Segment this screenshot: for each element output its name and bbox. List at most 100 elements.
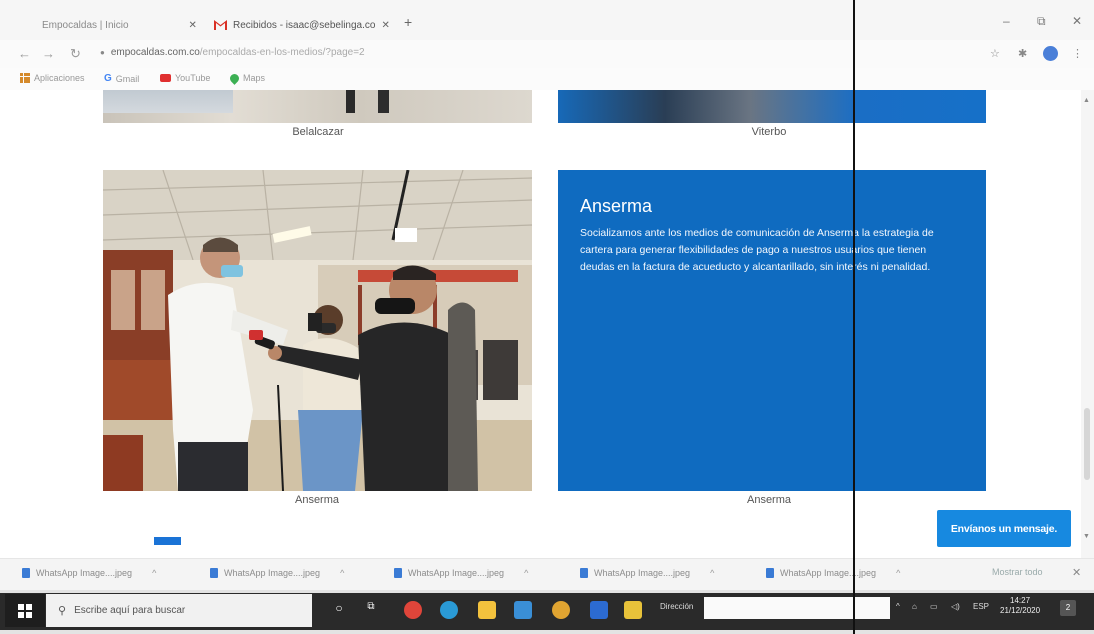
battery-icon[interactable]: ▭ xyxy=(930,602,938,611)
volume-icon[interactable]: ◁) xyxy=(951,602,960,611)
bookmark-label: Gmail xyxy=(115,73,140,84)
caption-anserma-photo: Anserma xyxy=(294,494,340,506)
scan-artifact-line xyxy=(853,0,855,634)
card-title: Anserma xyxy=(580,196,653,216)
star-icon[interactable]: ☆ xyxy=(990,47,1000,60)
search-icon: ⚲ xyxy=(58,605,67,617)
task-view-icon[interactable]: ⧉ xyxy=(362,601,380,619)
anserma-interview-photo xyxy=(103,170,532,491)
close-downloads-icon[interactable]: ✕ xyxy=(1072,566,1081,579)
bookmark-apps[interactable]: Aplicaciones xyxy=(20,73,85,83)
start-button[interactable] xyxy=(5,594,45,627)
bookmark-maps[interactable]: Maps xyxy=(228,71,266,85)
chevron-up-icon[interactable]: ^ xyxy=(524,568,528,578)
bookmark-label: Aplicaciones xyxy=(34,73,85,83)
url-path: /empocaldas-en-los-medios/?page=2 xyxy=(199,47,365,58)
caption-anserma-card: Anserma xyxy=(746,494,792,506)
menu-kebab-icon[interactable]: ⋮ xyxy=(1072,47,1083,60)
anserma-info-card[interactable]: Anserma Socializamos ante los medios de … xyxy=(558,170,986,491)
scroll-thumb[interactable] xyxy=(1084,408,1090,480)
download-item[interactable]: WhatsApp Image....jpeg ^ xyxy=(394,568,528,578)
gallery-photo-anserma[interactable] xyxy=(103,170,532,491)
download-item[interactable]: WhatsApp Image....jpeg ^ xyxy=(210,568,344,578)
google-g-icon: G xyxy=(104,73,112,84)
profile-avatar[interactable] xyxy=(1043,46,1058,61)
chevron-up-icon[interactable]: ^ xyxy=(152,568,156,578)
close-window-button[interactable]: ✕ xyxy=(1072,14,1082,28)
tab-label: Recibidos - isaac@sebelinga.co xyxy=(233,19,376,31)
windows-logo-icon xyxy=(18,603,32,618)
screen: Empocaldas | Inicio ✕ Recibidos - isaac@… xyxy=(0,0,1094,634)
gmail-icon xyxy=(214,20,227,30)
app-yellow-icon[interactable] xyxy=(624,601,642,619)
maximize-button[interactable]: ⧉ xyxy=(1037,14,1046,29)
url-host: empocaldas.com.co xyxy=(110,47,200,58)
scroll-down-arrow-icon[interactable]: ▼ xyxy=(1083,533,1090,540)
chevron-up-icon[interactable]: ^ xyxy=(710,568,714,578)
caption-viterbo: Viterbo xyxy=(751,126,787,138)
bookmarks-bar: Aplicaciones G Gmail YouTube Maps xyxy=(0,68,1094,90)
gallery-photo-belalcazar[interactable] xyxy=(103,90,532,123)
tab-close-icon[interactable]: ✕ xyxy=(189,20,197,31)
cortana-icon[interactable]: ○ xyxy=(330,601,348,619)
browser-tab-bar: Empocaldas | Inicio ✕ Recibidos - isaac@… xyxy=(0,0,1094,40)
bookmark-label: YouTube xyxy=(175,73,211,83)
tab-empocaldas[interactable]: Empocaldas | Inicio ✕ xyxy=(42,14,197,36)
downloads-bar: WhatsApp Image....jpeg ^ WhatsApp Image.… xyxy=(0,558,1094,590)
extensions-icon[interactable]: ✱ xyxy=(1018,47,1027,60)
bookmark-youtube[interactable]: YouTube xyxy=(160,73,210,83)
notification-center-icon[interactable]: 2 xyxy=(1060,600,1076,616)
bookmark-label: Maps xyxy=(243,73,266,83)
gallery-photo-viterbo[interactable] xyxy=(558,90,986,123)
file-explorer-icon[interactable] xyxy=(478,601,496,619)
chevron-up-icon[interactable]: ^ xyxy=(340,568,344,578)
edge-icon[interactable] xyxy=(440,601,458,619)
download-filename: WhatsApp Image....jpeg xyxy=(780,568,877,578)
language-indicator[interactable]: ESP xyxy=(973,602,989,611)
download-filename: WhatsApp Image....jpeg xyxy=(224,568,321,578)
chrome-icon[interactable] xyxy=(552,601,570,619)
image-file-icon xyxy=(22,568,30,578)
image-file-icon xyxy=(580,568,588,578)
tab-gmail[interactable]: Recibidos - isaac@sebelinga.co ✕ xyxy=(214,14,390,36)
download-filename: WhatsApp Image....jpeg xyxy=(408,568,505,578)
taskbar-address-label: Dirección xyxy=(660,602,694,611)
network-icon[interactable]: ⌂ xyxy=(912,602,917,611)
download-item[interactable]: WhatsApp Image....jpeg ^ xyxy=(580,568,714,578)
url-field[interactable]: ● empocaldas.com.co/empocaldas-en-los-me… xyxy=(100,47,365,58)
page-scrollbar[interactable] xyxy=(1081,90,1094,558)
search-placeholder: Escribe aquí para buscar xyxy=(74,605,186,616)
tab-close-icon[interactable]: ✕ xyxy=(381,20,389,31)
taskbar-clock[interactable]: 14:27 21/12/2020 xyxy=(1000,596,1040,617)
image-file-icon xyxy=(394,568,402,578)
download-item[interactable]: WhatsApp Image....jpeg ^ xyxy=(766,568,900,578)
carousel-indicator[interactable] xyxy=(154,537,181,545)
youtube-icon xyxy=(160,74,171,82)
word-icon[interactable] xyxy=(590,601,608,619)
tab-label: Empocaldas | Inicio xyxy=(42,19,129,31)
card-description: Socializamos ante los medios de comunica… xyxy=(580,227,934,273)
show-all-downloads-link[interactable]: Mostrar todo xyxy=(992,567,1043,577)
minimize-button[interactable]: – xyxy=(1003,14,1010,28)
taskbar-address-input[interactable] xyxy=(704,597,890,619)
scroll-up-arrow-icon[interactable]: ▲ xyxy=(1083,97,1090,104)
bookmark-gmail[interactable]: G Gmail xyxy=(104,73,139,84)
download-item[interactable]: WhatsApp Image....jpeg ^ xyxy=(22,568,156,578)
clock-time: 14:27 xyxy=(1010,596,1031,605)
reload-icon[interactable]: ↻ xyxy=(70,46,81,62)
back-arrow-icon[interactable]: ← xyxy=(18,46,31,61)
maps-pin-icon xyxy=(228,71,241,85)
tray-chevron-icon[interactable]: ^ xyxy=(896,602,900,611)
apps-grid-icon xyxy=(20,73,30,83)
taskbar-search-input[interactable]: ⚲ Escribe aquí para buscar xyxy=(46,594,312,627)
send-message-button[interactable]: Envíanos un mensaje. xyxy=(937,510,1071,547)
image-file-icon xyxy=(766,568,774,578)
app-blue-icon[interactable] xyxy=(514,601,532,619)
download-filename: WhatsApp Image....jpeg xyxy=(594,568,691,578)
app-red-icon[interactable] xyxy=(404,601,422,619)
download-filename: WhatsApp Image....jpeg xyxy=(36,568,133,578)
clock-date: 21/12/2020 xyxy=(1000,606,1041,616)
chevron-up-icon[interactable]: ^ xyxy=(896,568,900,578)
new-tab-button[interactable]: + xyxy=(404,14,412,30)
forward-arrow-icon[interactable]: → xyxy=(42,46,55,61)
